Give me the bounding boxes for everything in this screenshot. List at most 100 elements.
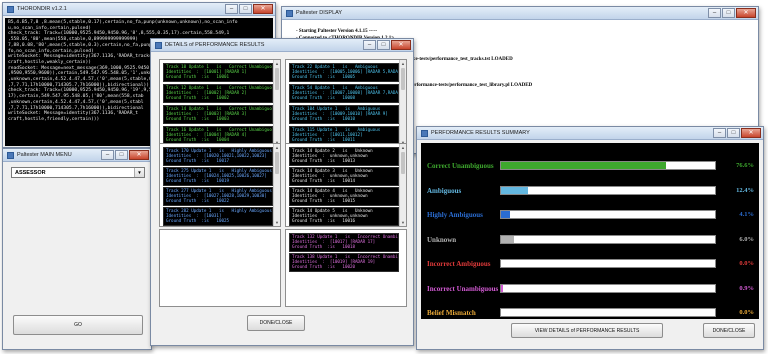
track-card-line: Ground Truth :is 10008 bbox=[292, 94, 356, 100]
scrollbar[interactable]: ▲▼ bbox=[273, 144, 280, 226]
summary-done-close-button[interactable]: DONE/CLOSE bbox=[703, 323, 755, 338]
result-bar bbox=[500, 283, 716, 293]
scroll-up-icon[interactable]: ▲ bbox=[274, 60, 280, 67]
maximize-button[interactable]: □ bbox=[115, 150, 128, 160]
result-percent: 0.0% bbox=[739, 309, 754, 316]
result-bar-fill bbox=[501, 284, 503, 292]
result-label: Belief Mismatch bbox=[427, 309, 476, 317]
track-card-line: Ground Truth :is 10004 bbox=[166, 136, 230, 142]
minimize-button[interactable]: – bbox=[363, 40, 376, 50]
track-card: Track 16 Update 1 is Correct Unambiguous… bbox=[163, 126, 273, 145]
track-card: Track 115 Update 1 is Ambiguous Identitie… bbox=[289, 126, 399, 145]
details-title-bar[interactable]: DETAILS of PERFORMANCE RESULTS – □ ✕ bbox=[151, 39, 413, 52]
result-label: Ambiguous bbox=[427, 186, 462, 195]
track-card-line: Ground Truth :is 10014 bbox=[292, 177, 356, 183]
track-card-line: Ground Truth :is 10022 bbox=[166, 197, 230, 203]
scroll-up-icon[interactable]: ▲ bbox=[400, 60, 406, 67]
maximize-button[interactable]: □ bbox=[377, 40, 390, 50]
display-title-bar[interactable]: Paltester DISPLAY – □ ✕ bbox=[282, 7, 758, 20]
scroll-thumb[interactable] bbox=[275, 152, 279, 174]
app-icon bbox=[421, 129, 428, 137]
track-card: Track 275 Update 1 is Highly Ambiguous Id… bbox=[163, 167, 273, 186]
app-icon bbox=[7, 151, 14, 159]
minimize-button[interactable]: – bbox=[101, 150, 114, 160]
incorrect-unambiguous-panel[interactable]: Track 132 Update 1 is Incorrect Unambigu… bbox=[285, 229, 407, 307]
window-title: Paltester DISPLAY bbox=[296, 10, 343, 16]
maximize-button[interactable]: □ bbox=[727, 128, 740, 138]
track-card-line: Ground Truth :is 10015 bbox=[292, 197, 356, 203]
main-menu-window: Paltester MAIN MENU – □ ✕ ASSESSOR ▼ GO bbox=[2, 148, 152, 350]
result-bar bbox=[500, 161, 716, 170]
track-card: Track 14 Update 2 is Unknown Identities :… bbox=[289, 147, 399, 166]
scrollbar[interactable]: ▲▼ bbox=[399, 60, 406, 146]
minimize-button[interactable]: – bbox=[225, 4, 238, 14]
scroll-up-icon[interactable]: ▲ bbox=[274, 144, 280, 151]
result-percent: 0.9% bbox=[739, 284, 754, 292]
window-title: DETAILS of PERFORMANCE RESULTS bbox=[165, 42, 265, 48]
scroll-up-icon[interactable]: ▲ bbox=[400, 144, 406, 151]
result-label: Highly Ambiguous bbox=[427, 211, 483, 219]
maximize-button[interactable]: □ bbox=[239, 4, 252, 14]
result-bar bbox=[500, 234, 716, 244]
minimize-button[interactable]: – bbox=[708, 8, 721, 18]
details-window: DETAILS of PERFORMANCE RESULTS – □ ✕ ▲▼ … bbox=[150, 38, 414, 346]
track-card-line: Ground Truth :is 10011 bbox=[292, 136, 356, 142]
track-card: Track 22 Update 1 is Ambiguous Identities… bbox=[289, 63, 399, 82]
track-card-line: Ground Truth :is 10018 bbox=[292, 243, 356, 249]
assessor-select[interactable]: ASSESSOR ▼ bbox=[11, 167, 145, 178]
track-card: Track 54 Update 1 is Ambiguous Identities… bbox=[289, 84, 399, 103]
result-label: Incorrect Ambiguous bbox=[427, 260, 491, 268]
console-line: B5,4.B5,7,8 ,8.mean(5,stable,0.17),certa… bbox=[8, 20, 238, 25]
app-icon bbox=[7, 5, 14, 13]
result-percent: 6.0% bbox=[739, 235, 754, 243]
scroll-thumb[interactable] bbox=[401, 152, 405, 174]
minimize-button[interactable]: – bbox=[713, 128, 726, 138]
summary-results-area: Correct Unambiguous 76.6% Ambiguous 12.4% Hi… bbox=[421, 143, 759, 319]
track-card: Track 170 Update 1 is Highly Ambiguous Id… bbox=[163, 147, 273, 166]
close-button[interactable]: ✕ bbox=[391, 40, 411, 50]
track-card: Track 138 Update 1 is Incorrect Unambigu… bbox=[289, 253, 399, 272]
go-button[interactable]: GO bbox=[13, 315, 143, 335]
scroll-down-icon[interactable]: ▼ bbox=[274, 219, 280, 226]
result-label: Incorrect Unambiguous bbox=[427, 284, 499, 293]
scroll-thumb[interactable] bbox=[275, 68, 279, 90]
result-percent: 12.4% bbox=[736, 186, 754, 194]
select-value: ASSESSOR bbox=[15, 169, 46, 176]
track-card: Track 104 Update 1 is Ambiguous Identitie… bbox=[289, 105, 399, 124]
maximize-button[interactable]: □ bbox=[722, 8, 735, 18]
correct-unambiguous-panel[interactable]: ▲▼ Track 10 Update 1 is Correct Unambigu… bbox=[159, 59, 281, 147]
result-bar-fill bbox=[501, 162, 666, 169]
result-label: Correct Unambiguous bbox=[427, 162, 494, 170]
close-button[interactable]: ✕ bbox=[253, 4, 273, 14]
track-card: Track 14 Update 1 is Correct Unambiguous… bbox=[163, 105, 273, 124]
display-line-1: - Starting Paltester Version 4.1.15 ----… bbox=[296, 29, 378, 34]
track-card-line: Ground Truth :is 10005 bbox=[292, 73, 356, 79]
unknown-panel[interactable]: ▲ ▼ Track 14 Update 2 is Unknown Identitie… bbox=[285, 143, 407, 227]
window-title: Paltester MAIN MENU bbox=[17, 152, 72, 158]
incorrect-ambiguous-panel[interactable] bbox=[159, 229, 281, 307]
scrollbar[interactable]: ▲▼ bbox=[399, 144, 406, 226]
track-card: Track 14 Update 4 is Unknown Identities :… bbox=[289, 187, 399, 206]
result-bar-fill bbox=[501, 186, 528, 194]
track-card-line: Ground Truth :is 10019 bbox=[166, 177, 230, 183]
thorondir-title-bar[interactable]: THORONDIR v1.2.1 – □ ✕ bbox=[3, 3, 275, 16]
summary-title-bar[interactable]: PERFORMANCE RESULTS SUMMARY – □ ✕ bbox=[417, 127, 763, 140]
details-done-close-button[interactable]: DONE/CLOSE bbox=[247, 315, 305, 331]
track-card-line: Ground Truth :is 10013 bbox=[292, 157, 356, 163]
chevron-down-icon[interactable]: ▼ bbox=[134, 168, 144, 177]
result-percent: 0.0% bbox=[739, 260, 754, 267]
scroll-down-icon[interactable]: ▼ bbox=[400, 219, 406, 226]
main-menu-title-bar[interactable]: Paltester MAIN MENU – □ ✕ bbox=[3, 149, 151, 162]
app-icon bbox=[155, 41, 162, 49]
result-label: Unknown bbox=[427, 235, 457, 244]
close-button[interactable]: ✕ bbox=[741, 128, 761, 138]
track-card: Track 14 Update 5 is Unknown Identities :… bbox=[289, 207, 399, 226]
view-details-button[interactable]: VIEW DETAILS of PERFORMANCE RESULTS bbox=[511, 323, 663, 338]
scroll-thumb[interactable] bbox=[401, 68, 405, 90]
close-button[interactable]: ✕ bbox=[736, 8, 756, 18]
scrollbar[interactable]: ▲▼ bbox=[273, 60, 280, 146]
close-button[interactable]: ✕ bbox=[129, 150, 149, 160]
highly-ambiguous-panel[interactable]: ▲ ▼ Track 170 Update 1 is Highly Ambiguou… bbox=[159, 143, 281, 227]
track-card-line: Ground Truth :is 10002 bbox=[166, 94, 230, 100]
ambiguous-panel[interactable]: ▲▼ Track 22 Update 1 is AmbiguousIdentit… bbox=[285, 59, 407, 147]
